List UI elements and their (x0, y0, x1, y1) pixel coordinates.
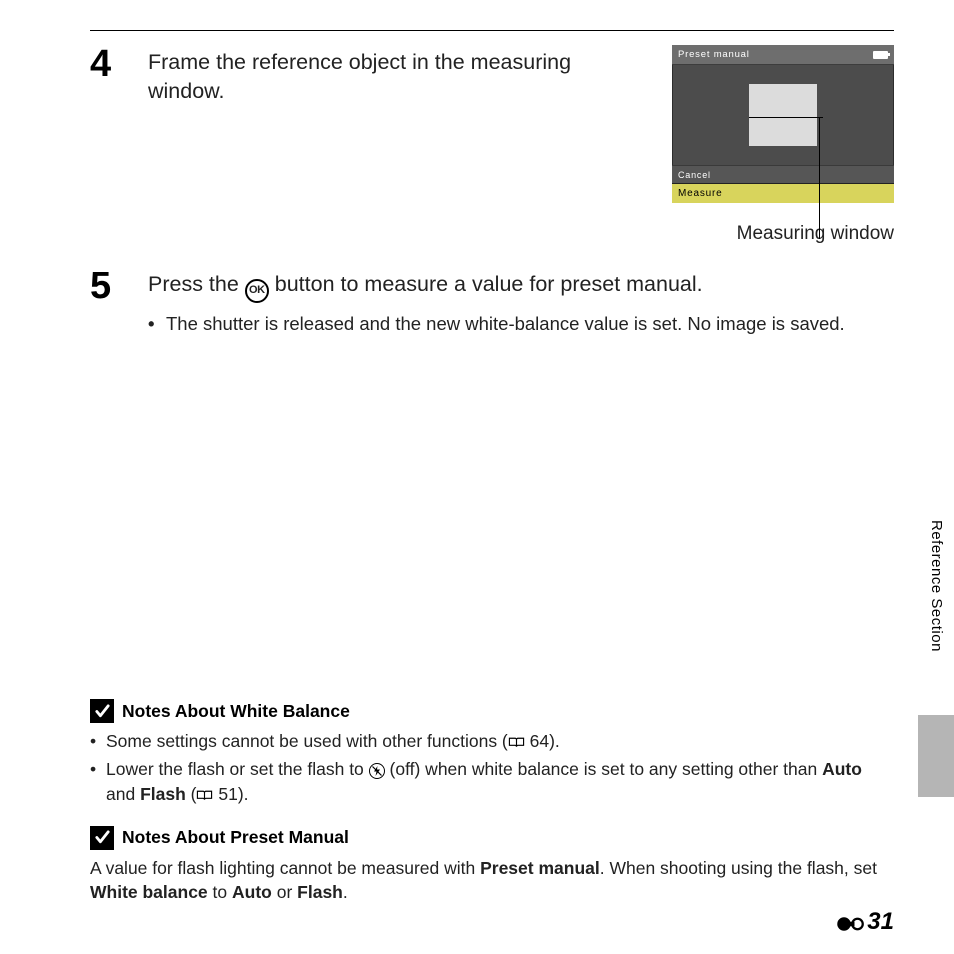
step-4-row: 4 Frame the reference object in the meas… (90, 45, 894, 245)
notes-wb-header: Notes About White Balance (90, 699, 894, 723)
notes-wb-title: Notes About White Balance (122, 701, 350, 722)
lcd-cancel-bar: Cancel (672, 165, 894, 183)
step-5-text: Press the OK button to measure a value f… (148, 267, 894, 301)
step-5-pre: Press the (148, 272, 245, 296)
notes-wb-bullet-1: Some settings cannot be used with other … (90, 729, 894, 753)
lcd-measure-bar: Measure (672, 183, 894, 203)
notes-pm-title: Notes About Preset Manual (122, 827, 349, 848)
side-ref-section-label: Reference Section (928, 520, 945, 652)
camera-lcd: Preset manual Cancel Measure (672, 45, 894, 203)
notes-section: Notes About White Balance Some settings … (90, 699, 894, 904)
measuring-window-target (749, 84, 817, 146)
joystick-icon (835, 915, 865, 933)
step-5-post: button to measure a value for preset man… (269, 272, 703, 296)
top-rule (90, 30, 894, 31)
step-5-bullet: The shutter is released and the new whit… (148, 313, 894, 335)
step-4-line2: window. (148, 79, 225, 103)
lcd-wrap: Preset manual Cancel Measure Measuring w… (672, 45, 894, 245)
notes-pm-header: Notes About Preset Manual (90, 826, 894, 850)
step-5-row: 5 Press the OK button to measure a value… (90, 267, 894, 305)
ok-button-icon: OK (245, 279, 269, 303)
manual-icon (508, 736, 525, 749)
lcd-body (672, 65, 894, 165)
lcd-status-bar: Preset manual (672, 45, 894, 65)
check-icon (90, 699, 114, 723)
lcd-caption: Measuring window (672, 223, 894, 245)
notes-wb-bullet-2: Lower the flash or set the flash to (off… (90, 757, 894, 805)
step-4-text: Frame the reference object in the measur… (148, 45, 648, 106)
check-icon (90, 826, 114, 850)
flash-off-icon (369, 763, 385, 779)
step-4-line1: Frame the reference object in the measur… (148, 50, 571, 74)
step-4-number: 4 (90, 45, 124, 83)
step-5-number: 5 (90, 267, 124, 305)
notes-pm-text: A value for flash lighting cannot be mea… (90, 856, 894, 904)
page-number: 31 (835, 908, 894, 936)
battery-icon (873, 51, 888, 59)
manual-icon (196, 789, 213, 802)
side-thumb-tab (918, 715, 954, 797)
lcd-title: Preset manual (678, 49, 750, 60)
